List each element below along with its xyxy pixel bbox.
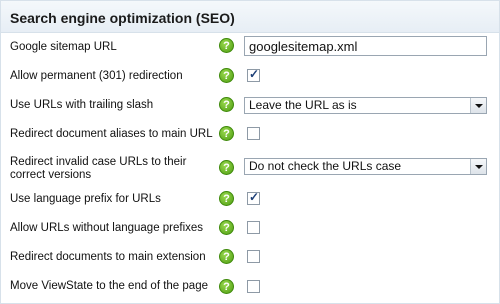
setting-row-redirect-aliases: Redirect document aliases to main URL ?: [1, 119, 499, 149]
setting-label: Redirect document aliases to main URL: [10, 128, 213, 140]
setting-label: Redirect invalid case URLs to their corr…: [10, 156, 187, 181]
setting-label: Allow permanent (301) redirection: [10, 70, 183, 82]
panel-title: Search engine optimization (SEO): [10, 10, 235, 26]
allow-permanent-redirection-checkbox[interactable]: [247, 67, 260, 82]
setting-label: Google sitemap URL: [10, 41, 117, 53]
setting-row-main-extension: Redirect documents to main extension ?: [1, 242, 499, 272]
help-icon[interactable]: ?: [219, 97, 234, 112]
help-icon[interactable]: ?: [219, 160, 234, 175]
setting-label: Move ViewState to the end of the page: [10, 280, 208, 292]
setting-row-google-sitemap-url: Google sitemap URL ?: [1, 32, 499, 62]
google-sitemap-url-input[interactable]: [244, 36, 487, 56]
trailing-slash-select[interactable]: Leave the URL as is: [244, 97, 487, 114]
help-icon[interactable]: ?: [219, 38, 234, 53]
panel-header: Search engine optimization (SEO): [1, 1, 499, 33]
move-viewstate-checkbox[interactable]: [247, 280, 260, 293]
setting-label: Use language prefix for URLs: [10, 193, 161, 205]
chevron-down-icon[interactable]: [470, 98, 486, 113]
language-prefix-checkbox[interactable]: [247, 190, 260, 205]
redirect-aliases-checkbox[interactable]: [247, 127, 260, 140]
help-icon[interactable]: ?: [219, 220, 234, 235]
setting-row-invalid-case: Redirect invalid case URLs to their corr…: [1, 151, 499, 185]
select-value: Leave the URL as is: [249, 98, 357, 112]
main-extension-checkbox[interactable]: [247, 250, 260, 263]
setting-label: Allow URLs without language prefixes: [10, 222, 204, 234]
select-value: Do not check the URLs case: [249, 159, 402, 173]
help-icon[interactable]: ?: [219, 279, 234, 294]
seo-settings-panel: Search engine optimization (SEO) Google …: [0, 0, 500, 304]
help-icon[interactable]: ?: [219, 191, 234, 206]
setting-row-move-viewstate: Move ViewState to the end of the page ?: [1, 271, 499, 301]
setting-row-allow-without-prefix: Allow URLs without language prefixes ?: [1, 213, 499, 243]
setting-row-language-prefix: Use language prefix for URLs ?: [1, 184, 499, 214]
setting-label: Use URLs with trailing slash: [10, 99, 154, 111]
allow-without-prefix-checkbox[interactable]: [247, 221, 260, 234]
invalid-case-select[interactable]: Do not check the URLs case: [244, 158, 487, 175]
chevron-down-icon[interactable]: [470, 159, 486, 174]
help-icon[interactable]: ?: [219, 126, 234, 141]
help-icon[interactable]: ?: [219, 68, 234, 83]
help-icon[interactable]: ?: [219, 249, 234, 264]
setting-row-allow-permanent-redirection: Allow permanent (301) redirection ?: [1, 61, 499, 91]
setting-label: Redirect documents to main extension: [10, 251, 206, 263]
setting-row-trailing-slash: Use URLs with trailing slash ? Leave the…: [1, 90, 499, 120]
